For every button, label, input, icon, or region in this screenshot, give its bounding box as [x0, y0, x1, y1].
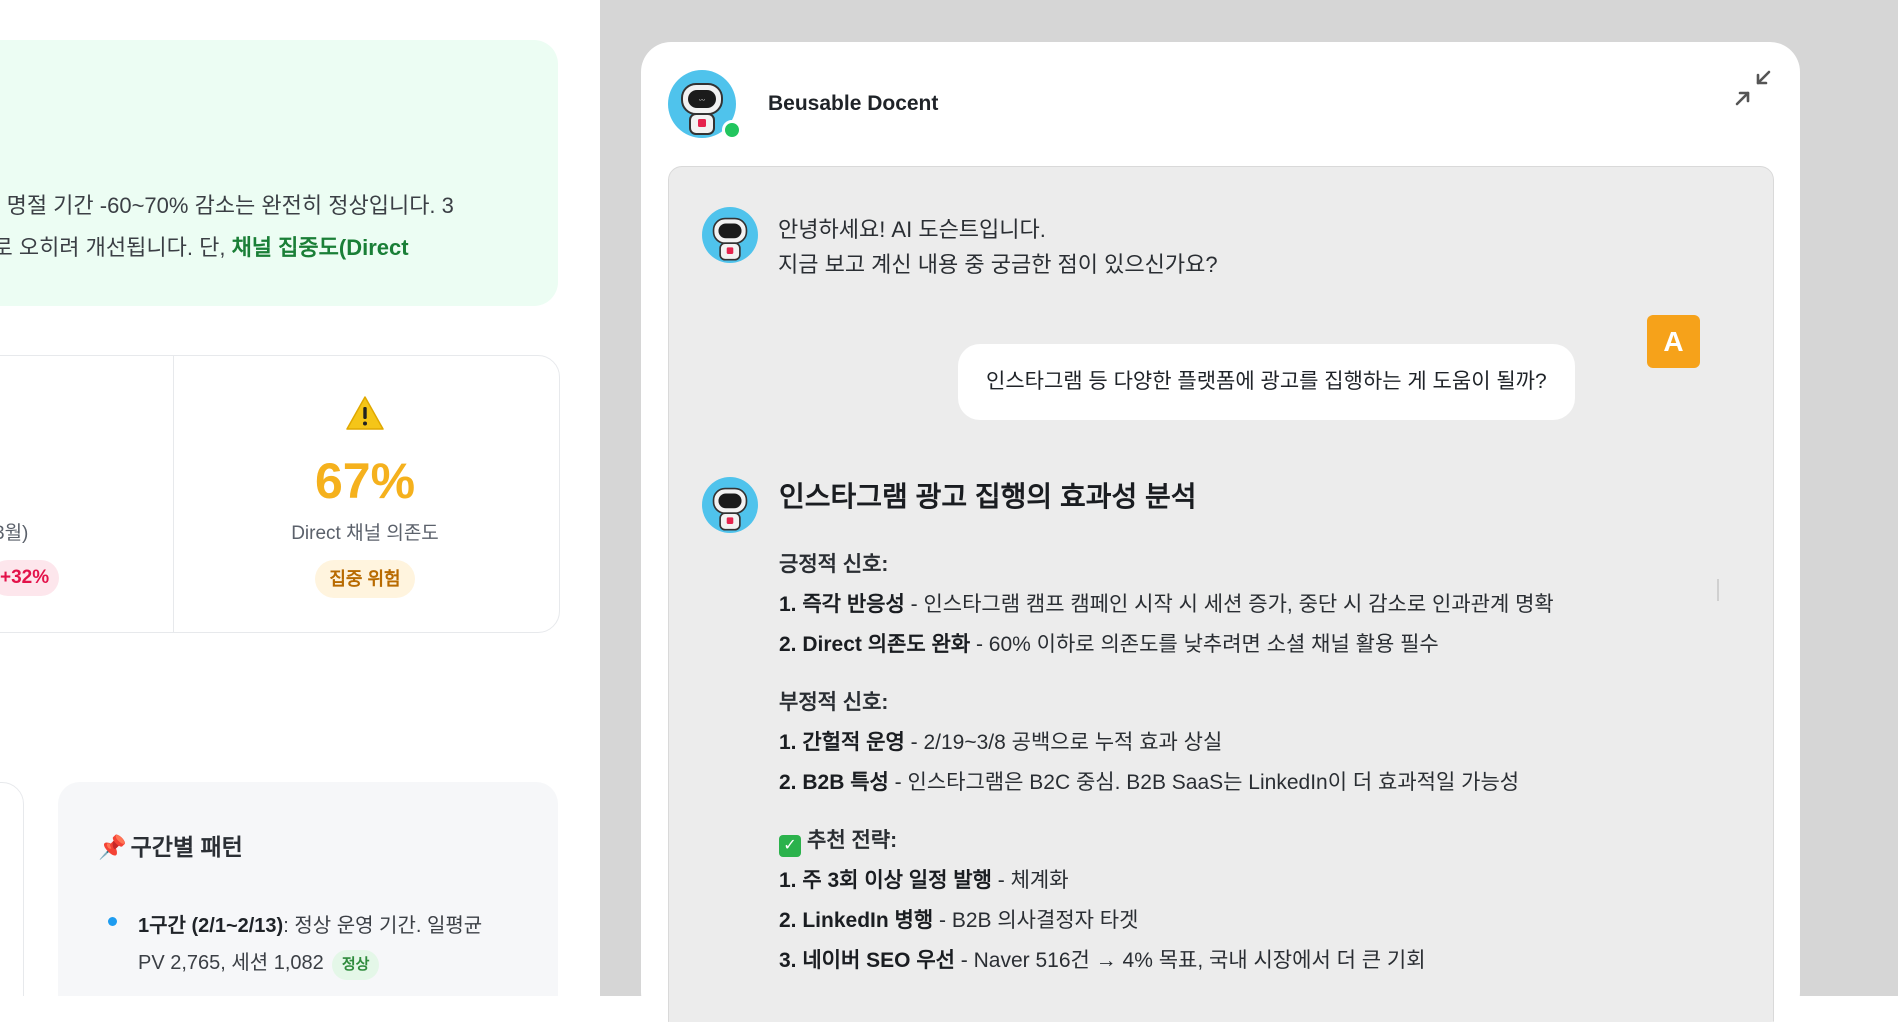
message-list[interactable]: 안녕하세요! AI 도슨트입니다. 지금 보고 계신 내용 중 궁금한 점이 있…	[668, 166, 1774, 1022]
pattern-item-line2: PV 2,765, 세션 1,082	[138, 952, 324, 974]
bullet-icon	[108, 917, 117, 926]
metric-2-badge: 집중 위험	[315, 560, 415, 598]
chat-title: Beusable Docent	[768, 92, 939, 115]
answer-line: 2. Direct 의존도 완화 - 60% 이하로 의존도를 낮추려면 소셜 …	[779, 633, 1439, 656]
chat-header: ᵕᵕ Beusable Docent	[641, 42, 1800, 160]
warning-icon	[172, 395, 558, 435]
metric-1-badge: +32%	[0, 560, 60, 596]
minimize-button[interactable]	[1731, 66, 1775, 110]
metric-2-badge-wrap: 집중 위험	[172, 560, 558, 598]
svg-text:ᵕᵕ: ᵕᵕ	[699, 96, 706, 105]
metric-1-value: 3	[0, 448, 2, 506]
report-panel: 에서 명절 기간 -60~70% 감소는 완전히 정상입니다. 3 3으로 오히…	[0, 0, 600, 996]
metric-2-label: Direct 채널 의존도	[291, 523, 439, 544]
strategy-title: ✓ 추천 전략:	[779, 821, 1659, 861]
answer-line: 2. B2B 특성 - 인스타그램은 B2C 중심. B2B SaaS는 Lin…	[779, 771, 1520, 794]
user-avatar: A	[1647, 315, 1700, 368]
answer-line: 3. 네이버 SEO 우선 - Naver 516건 → 4% 목표, 국내 시…	[779, 949, 1426, 972]
insight-highlight: 채널 집중도(Direct	[231, 235, 409, 260]
check-icon: ✓	[779, 835, 801, 857]
bot-greeting-message: 안녕하세요! AI 도슨트입니다. 지금 보고 계신 내용 중 궁금한 점이 있…	[778, 217, 1218, 277]
metric-1-label: 3월)	[0, 523, 29, 544]
collapse-icon	[1735, 70, 1771, 106]
pattern-item: 1구간 (2/1~2/13): 정상 운영 기간. 일평균 PV 2,765, …	[138, 908, 538, 982]
pattern-item-bold: 1구간 (2/1~2/13)	[138, 915, 284, 937]
answer-line: 1. 간헐적 운영 - 2/19~3/8 공백으로 누적 효과 상실	[779, 731, 1223, 754]
positive-title: 긍정적 신호:	[779, 553, 889, 576]
online-status-icon	[722, 120, 742, 140]
pattern-card: 📌 구간별 패턴 1구간 (2/1~2/13): 정상 운영 기간. 일평균 PV…	[58, 782, 558, 996]
chat-window: ᵕᵕ Beusable Docent 안녕하세요! AI 도슨트입니다. 지금 …	[641, 42, 1800, 1022]
bot-avatar-icon	[702, 207, 758, 263]
bot-answer-message: 인스타그램 광고 집행의 효과성 분석 긍정적 신호: 1. 즉각 반응성 - …	[779, 475, 1659, 981]
scroll-marker	[1717, 579, 1719, 601]
pattern-item-text: : 정상 운영 기간. 일평균	[283, 915, 483, 937]
answer-line: 2. LinkedIn 병행 - B2B 의사결정자 타겟	[779, 909, 1139, 932]
insight-line-2: 3으로 오히려 개선됩니다. 단, 채널 집중도(Direct	[0, 235, 409, 260]
pattern-title: 📌 구간별 패턴	[98, 834, 243, 860]
negative-title: 부정적 신호:	[779, 691, 889, 714]
pin-icon: 📌	[98, 834, 127, 860]
user-message: 인스타그램 등 다양한 플랫폼에 광고를 집행하는 게 도움이 될까?	[958, 344, 1575, 420]
insight-line-1: 에서 명절 기간 -60~70% 감소는 완전히 정상입니다. 3	[0, 193, 454, 218]
answer-line: 1. 즉각 반응성 - 인스타그램 캠프 캠페인 시작 시 세션 증가, 중단 …	[779, 593, 1554, 616]
metric-2-value: 67%	[314, 453, 416, 509]
bot-avatar-icon	[702, 477, 758, 533]
answer-title: 인스타그램 광고 집행의 효과성 분석	[779, 481, 1197, 512]
left-edge-card	[0, 782, 24, 996]
answer-line: 1. 주 3회 이상 일정 발행 - 체계화	[779, 869, 1069, 892]
status-badge: 정상	[331, 950, 380, 980]
insight-text: 에서 명절 기간 -60~70% 감소는 완전히 정상입니다. 3 3으로 오히…	[0, 185, 520, 269]
insight-card: 에서 명절 기간 -60~70% 감소는 완전히 정상입니다. 3 3으로 오히…	[0, 40, 558, 306]
